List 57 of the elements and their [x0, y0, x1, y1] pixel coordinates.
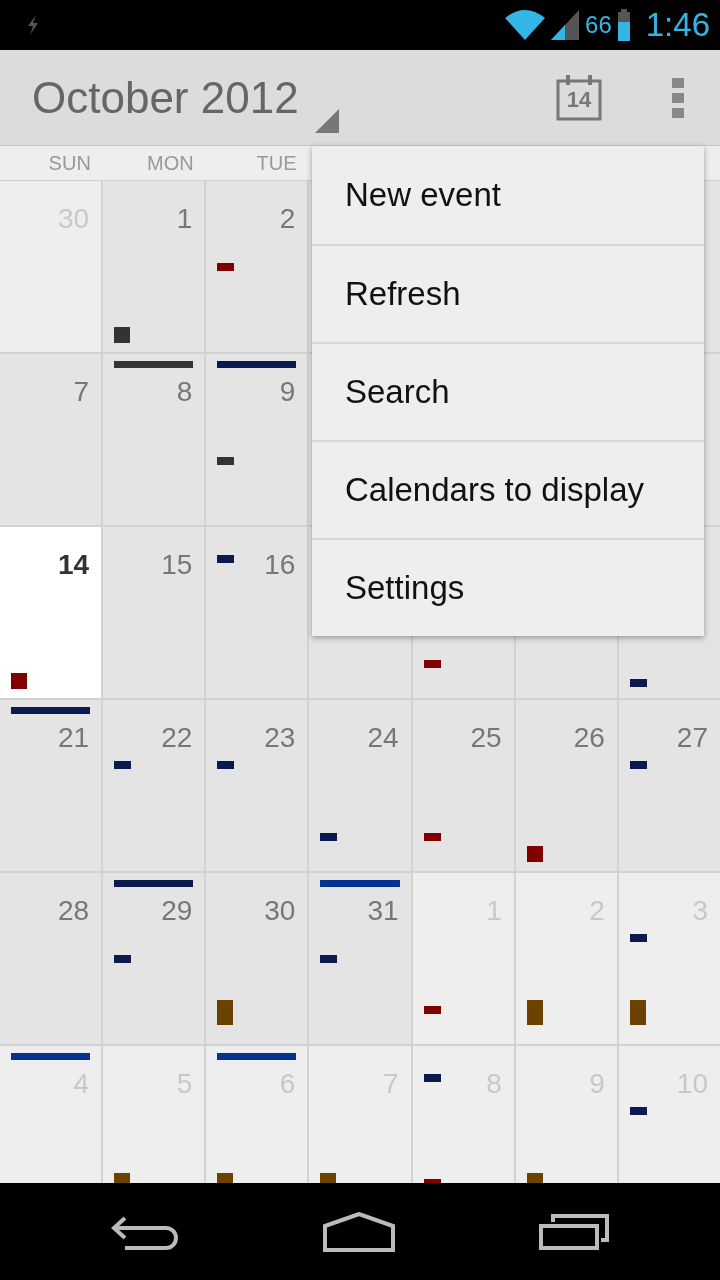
day-cell[interactable]: 1: [103, 181, 205, 352]
weekday-label: MON: [147, 151, 194, 175]
recent-apps-button[interactable]: [538, 1213, 609, 1250]
day-cell[interactable]: 24: [309, 700, 411, 871]
day-number: 30: [264, 895, 296, 927]
day-number: 25: [470, 722, 502, 754]
day-cell[interactable]: 23: [206, 700, 308, 871]
day-cell[interactable]: 29: [103, 873, 205, 1044]
menu-item[interactable]: Search: [312, 342, 704, 440]
day-number: 22: [161, 722, 193, 754]
overflow-menu-icon[interactable]: [672, 77, 684, 118]
day-number: 26: [573, 722, 605, 754]
day-cell[interactable]: 14: [0, 527, 102, 698]
day-number: 8: [176, 376, 193, 408]
day-cell[interactable]: 8: [103, 354, 205, 525]
day-number: 1: [176, 203, 193, 235]
battery-icon: [617, 9, 630, 41]
dropdown-triangle-icon[interactable]: [314, 109, 339, 133]
month-title[interactable]: October 2012: [32, 72, 299, 123]
signal-icon: [551, 10, 580, 40]
clock: 1:46: [645, 6, 710, 44]
charging-icon: [26, 15, 40, 35]
day-cell[interactable]: 16: [206, 527, 308, 698]
day-number: 16: [264, 549, 296, 581]
day-cell[interactable]: 9: [206, 354, 308, 525]
day-cell[interactable]: 7: [0, 354, 102, 525]
day-cell[interactable]: 21: [0, 700, 102, 871]
weekday-label: SUN: [48, 151, 91, 175]
day-number: 2: [279, 203, 296, 235]
day-number: 31: [367, 895, 399, 927]
day-cell[interactable]: 26: [515, 700, 617, 871]
day-number: 24: [367, 722, 399, 754]
day-cell[interactable]: 15: [103, 527, 205, 698]
day-cell[interactable]: 22: [103, 700, 205, 871]
day-cell[interactable]: 28: [0, 873, 102, 1044]
day-cell[interactable]: 25: [412, 700, 514, 871]
day-number: 28: [58, 895, 90, 927]
day-cell[interactable]: 27: [618, 700, 720, 871]
menu-item[interactable]: New event: [312, 146, 704, 244]
day-cell[interactable]: 30: [206, 873, 308, 1044]
day-cell[interactable]: 2: [206, 181, 308, 352]
wifi-icon: [505, 10, 546, 40]
day-number: 21: [58, 722, 90, 754]
weekday-label: TUE: [256, 151, 297, 175]
menu-item[interactable]: Refresh: [312, 244, 704, 342]
menu-item[interactable]: Settings: [312, 538, 704, 636]
day-number: 7: [73, 376, 90, 408]
menu-item[interactable]: Calendars to display: [312, 440, 704, 538]
day-number: 15: [161, 549, 193, 581]
day-number: 9: [279, 376, 296, 408]
day-number: 23: [264, 722, 296, 754]
day-number: 27: [676, 722, 708, 754]
day-cell[interactable]: 31: [309, 873, 411, 1044]
day-number: 29: [161, 895, 193, 927]
battery-percent: 66: [585, 11, 612, 39]
home-button[interactable]: [322, 1211, 396, 1252]
day-number: 14: [58, 549, 90, 581]
